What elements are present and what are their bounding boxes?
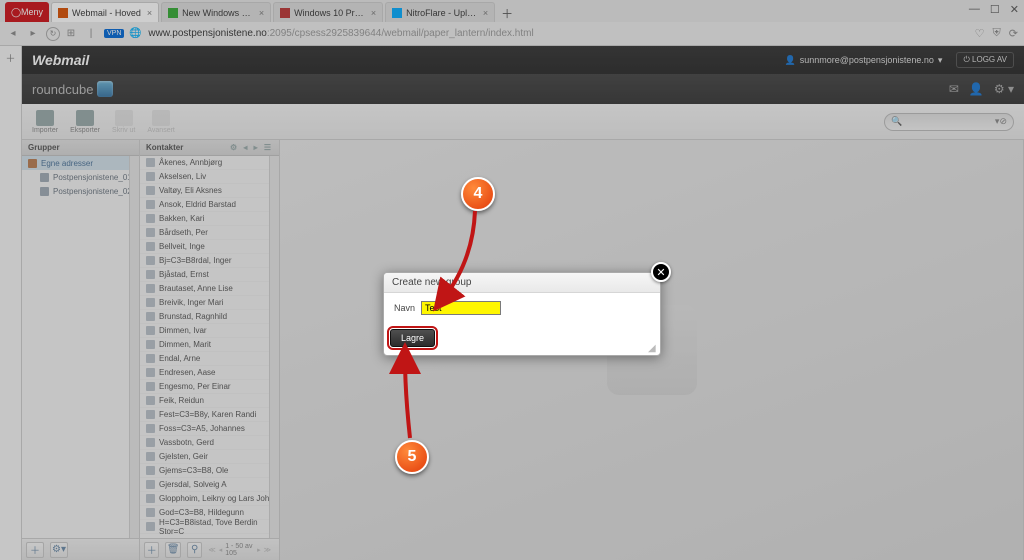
annotation-callout-5: 5 xyxy=(395,440,429,474)
annotation-arrow-5 xyxy=(397,352,427,445)
resize-handle-icon[interactable]: ◢ xyxy=(648,343,658,353)
annotation-arrow-4 xyxy=(433,211,483,314)
create-group-dialog: ✕ Create new group Navn Lagre ◢ xyxy=(383,272,661,356)
name-label: Navn xyxy=(394,303,415,313)
annotation-callout-4: 4 xyxy=(461,177,495,211)
save-button[interactable]: Lagre xyxy=(390,329,435,347)
dialog-title: Create new group xyxy=(384,273,660,293)
dialog-close-button[interactable]: ✕ xyxy=(651,262,671,282)
